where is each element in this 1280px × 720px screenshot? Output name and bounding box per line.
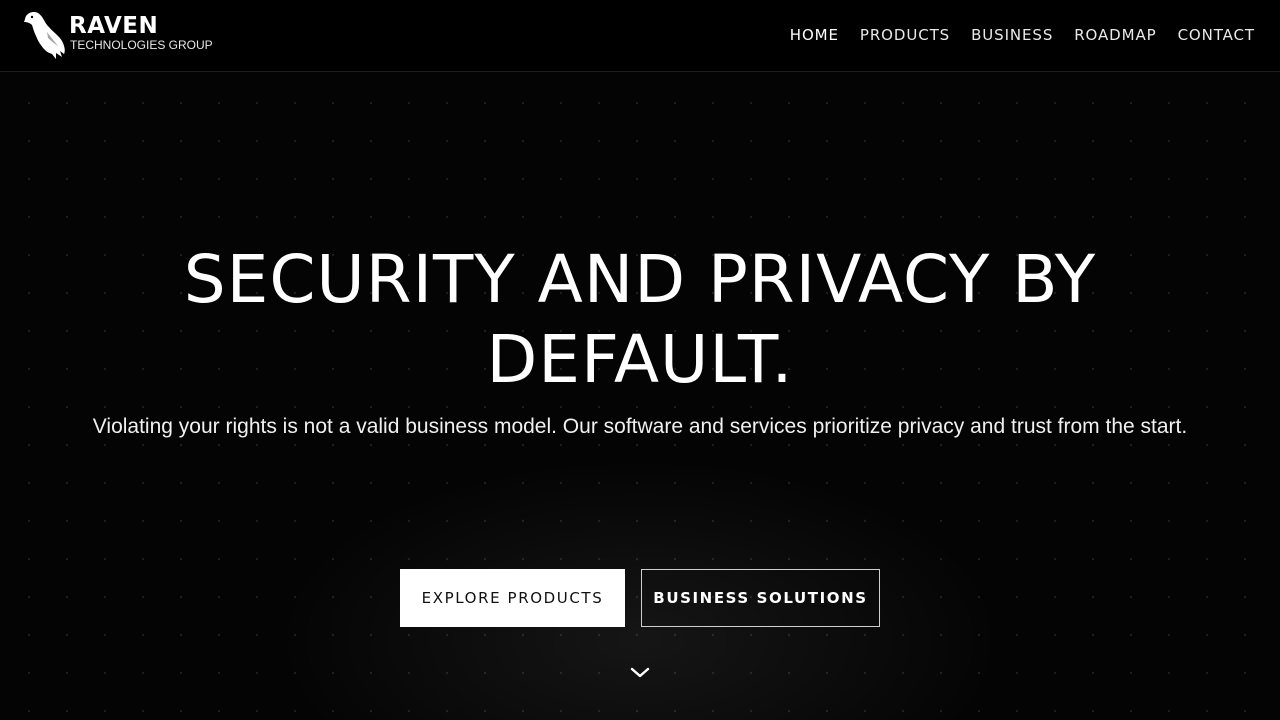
nav-item-business[interactable]: BUSINESS bbox=[971, 25, 1053, 45]
site-header: RAVEN TECHNOLOGIES GROUP HOME PRODUCTS B… bbox=[0, 0, 1280, 72]
raven-bird-icon bbox=[24, 12, 65, 59]
hero-subtitle: Violating your rights is not a valid bus… bbox=[92, 415, 1188, 438]
hero-buttons: EXPLORE PRODUCTS BUSINESS SOLUTIONS bbox=[400, 569, 880, 627]
nav-item-home[interactable]: HOME bbox=[790, 25, 839, 45]
nav-item-products[interactable]: PRODUCTS bbox=[860, 25, 950, 45]
page: RAVEN TECHNOLOGIES GROUP HOME PRODUCTS B… bbox=[0, 0, 1280, 720]
hero-title: SECURITY AND PRIVACY BY DEFAULT. bbox=[0, 240, 1280, 400]
main-nav: HOME PRODUCTS BUSINESS ROADMAP CONTACT bbox=[790, 24, 1255, 46]
brand-logo-link[interactable]: RAVEN TECHNOLOGIES GROUP bbox=[22, 10, 222, 60]
chevron-down-icon[interactable] bbox=[628, 663, 652, 683]
nav-item-roadmap[interactable]: ROADMAP bbox=[1074, 25, 1156, 45]
nav-item-contact[interactable]: CONTACT bbox=[1178, 25, 1255, 45]
business-solutions-button[interactable]: BUSINESS SOLUTIONS bbox=[641, 569, 880, 627]
hero-title-line-1: SECURITY AND PRIVACY BY bbox=[183, 241, 1097, 318]
hero-title-line-2: DEFAULT. bbox=[486, 321, 794, 398]
brand-name: RAVEN bbox=[69, 13, 159, 39]
explore-products-button[interactable]: EXPLORE PRODUCTS bbox=[400, 569, 625, 627]
brand-subtitle: TECHNOLOGIES GROUP bbox=[70, 38, 213, 52]
